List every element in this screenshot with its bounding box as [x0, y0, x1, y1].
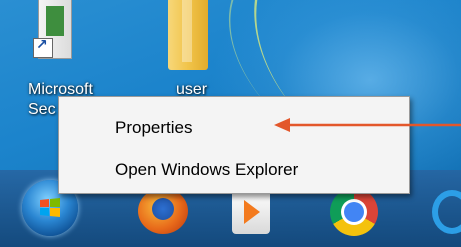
shortcut-arrow-icon [33, 37, 53, 58]
annotation-arrow-icon [274, 118, 461, 132]
menu-item-open-windows-explorer[interactable]: Open Windows Explorer [61, 152, 407, 188]
windows-flag-icon [40, 198, 60, 217]
chrome-icon[interactable] [330, 188, 378, 236]
menu-item-label: Properties [115, 118, 193, 137]
internet-explorer-icon[interactable] [432, 190, 461, 234]
firefox-icon[interactable] [138, 188, 188, 234]
media-player-icon[interactable] [232, 190, 270, 234]
folder-icon [168, 0, 208, 70]
menu-item-label: Open Windows Explorer [115, 160, 299, 179]
desktop: Microsoft Sec user Properties Open Windo… [0, 0, 461, 247]
